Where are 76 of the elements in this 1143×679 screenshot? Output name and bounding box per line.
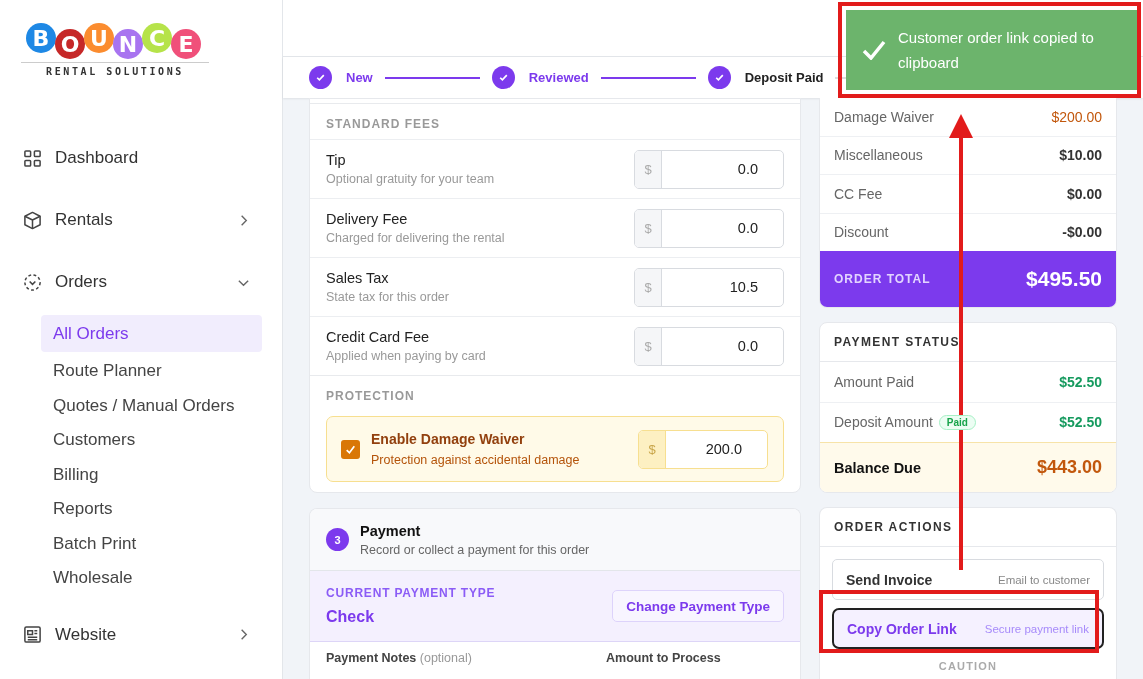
amount-field[interactable]: $ 10.5 <box>634 267 784 307</box>
check-icon <box>862 40 886 60</box>
fee-label: Credit Card Fee <box>326 329 431 345</box>
change-payment-type-button[interactable]: Change Payment Type <box>612 590 784 622</box>
fee-label: Tip <box>326 152 347 168</box>
logo-tagline: RENTAL SOLUTIONS <box>21 62 209 77</box>
sidebar-subitem[interactable]: Reports <box>41 492 262 527</box>
summary-label: Miscellaneous <box>834 147 924 164</box>
checkbox[interactable] <box>341 439 360 459</box>
section-title: Payment <box>360 522 422 539</box>
field-label: Amount to Process <box>606 651 721 665</box>
step-number: 3 <box>326 528 349 551</box>
action-button[interactable]: Copy Order Link Secure payment link <box>832 608 1104 649</box>
grid-icon <box>23 148 42 168</box>
sidebar-subitem[interactable]: Batch Print <box>41 526 262 561</box>
toast: Customer order link copied to clipboard <box>846 10 1137 90</box>
payment-type-value: Check <box>326 608 376 626</box>
summary-value: -$0.00 <box>1062 224 1102 241</box>
balance-label: Balance Due <box>834 459 922 476</box>
sidebar-item[interactable]: Website <box>0 603 282 666</box>
logo-letter: E <box>171 29 201 59</box>
fee-hint: State tax for this order <box>326 290 450 304</box>
sidebar-subitem[interactable]: Billing <box>41 457 262 492</box>
total-value: $495.50 <box>1026 267 1102 291</box>
status-label: Amount Paid <box>834 373 915 390</box>
summary-value: $200.00 <box>1051 108 1102 125</box>
step-label: Reviewed <box>528 70 589 85</box>
status-value: $52.50 <box>1059 373 1102 390</box>
sidebar-subitem[interactable]: Quotes / Manual Orders <box>41 388 262 423</box>
logo-letter: N <box>113 29 143 59</box>
action-button[interactable]: Send Invoice Email to customer <box>832 559 1104 600</box>
amount-field[interactable]: $ 200.0 <box>638 429 768 469</box>
status-value: $52.50 <box>1059 414 1102 431</box>
step-label: New <box>346 70 373 85</box>
fee-label: Sales Tax <box>326 270 390 286</box>
sidebar-subitem[interactable]: Customers <box>41 423 262 458</box>
logo-letter: U <box>84 23 114 53</box>
sidebar-item[interactable]: Orders <box>0 251 282 313</box>
section-title: PROTECTION <box>310 375 800 414</box>
fee-label: Delivery Fee <box>326 211 409 227</box>
sidebar-subitem[interactable]: Wholesale <box>41 561 262 596</box>
dashed-circle-icon <box>23 272 42 292</box>
status-label: Deposit Amount <box>834 414 933 431</box>
summary-value: $0.00 <box>1066 185 1102 202</box>
summary-label: CC Fee <box>834 185 884 202</box>
newspaper-icon <box>23 625 42 644</box>
step-label: Deposit Paid <box>744 70 824 85</box>
payment-type-label: CURRENT PAYMENT TYPE <box>326 586 496 600</box>
summary-label: Discount <box>834 224 890 241</box>
summary-label: Damage Waiver <box>834 108 935 125</box>
fee-hint: Optional gratuity for your team <box>326 172 496 186</box>
logo-letter: B <box>26 23 56 53</box>
box-icon <box>23 210 42 230</box>
waiver-hint: Protection against accidental damage <box>371 453 581 467</box>
fee-hint: Charged for delivering the rental <box>326 231 506 245</box>
card-title: ORDER ACTIONS <box>820 508 1116 547</box>
sidebar-subitem[interactable]: All Orders <box>41 315 262 352</box>
fee-hint: Applied when paying by card <box>326 349 487 363</box>
sidebar-item[interactable]: Dashboard <box>0 127 282 189</box>
caution-label: CAUTION <box>937 660 999 672</box>
amount-field[interactable]: $ 0.0 <box>634 326 784 366</box>
balance-value: $443.00 <box>1036 457 1102 478</box>
section-title: STANDARD FEES <box>310 103 800 139</box>
waiver-label: Enable Damage Waiver <box>371 431 526 447</box>
logo-letter: O <box>55 29 85 59</box>
amount-field[interactable]: $ 0.0 <box>634 208 784 248</box>
summary-value: $10.00 <box>1059 147 1102 164</box>
total-label: ORDER TOTAL <box>834 272 931 286</box>
card-title: PAYMENT STATUS <box>820 323 1116 362</box>
field-label: Payment Notes (optional) <box>326 651 473 665</box>
sidebar-subitem[interactable]: Route Planner <box>41 354 262 389</box>
status-badge: Paid <box>938 414 976 430</box>
section-subtitle: Record or collect a payment for this order <box>360 542 590 557</box>
sidebar-item[interactable]: Rentals <box>0 189 282 251</box>
logo-letter: C <box>142 23 172 53</box>
amount-field[interactable]: $ 0.0 <box>634 149 784 189</box>
